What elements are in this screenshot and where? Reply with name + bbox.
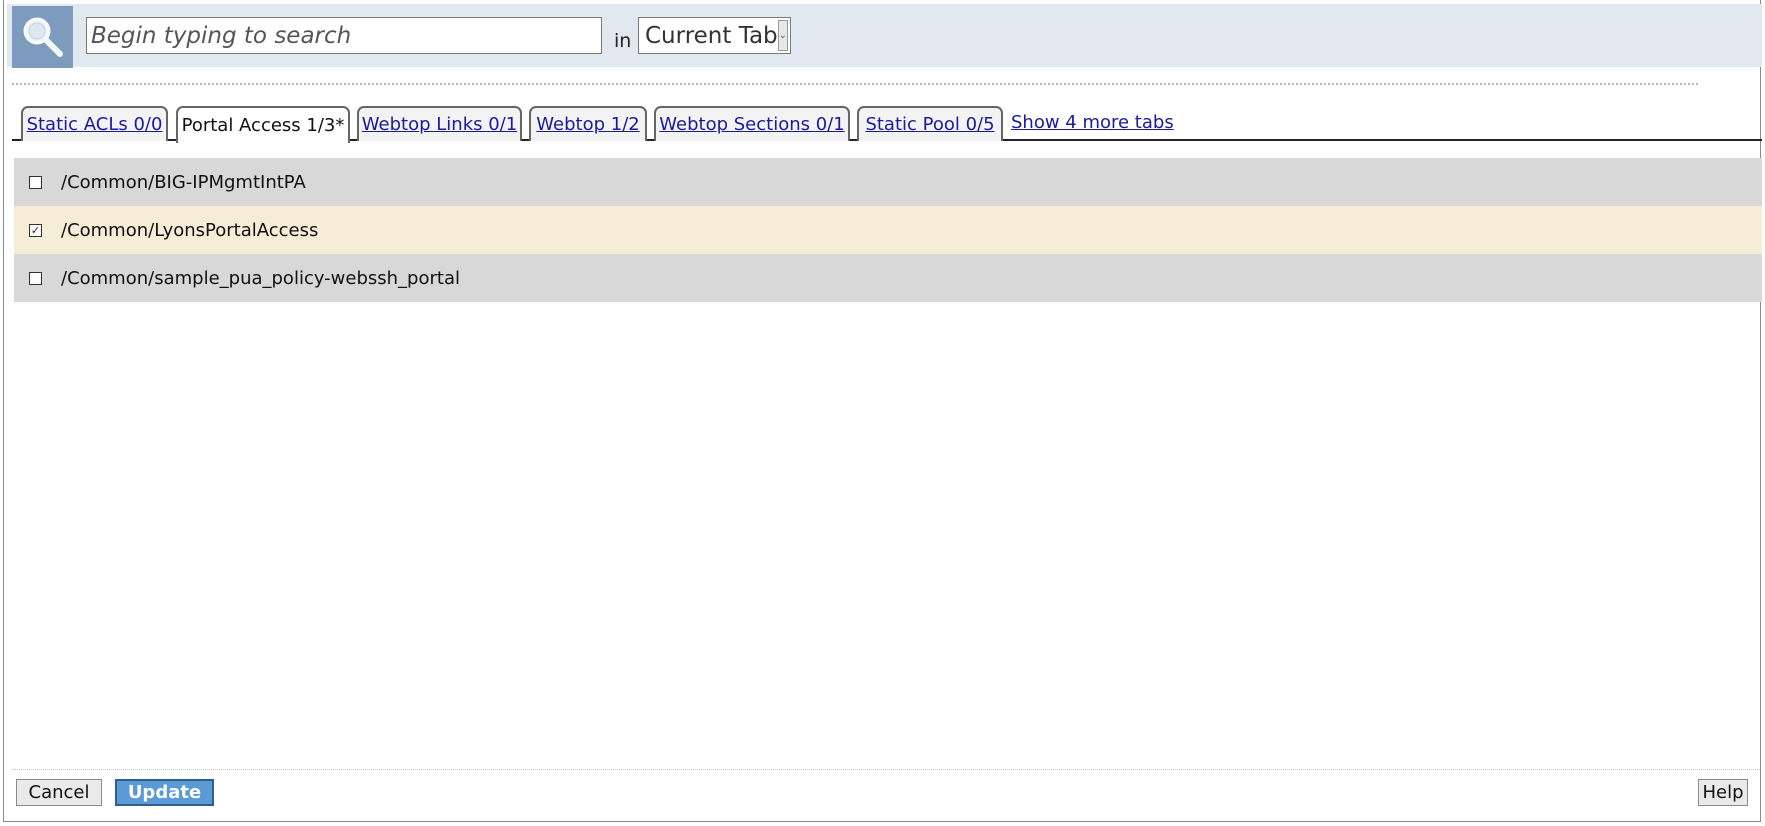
search-scope-label: in [614,30,632,52]
item-name: /Common/sample_pua_policy-webssh_portal [61,267,460,289]
footer-divider [12,769,1760,770]
list-item[interactable]: /Common/BIG-IPMgmtIntPA [14,158,1762,206]
search-scope-select[interactable]: Current Tab ⌄ [638,17,791,54]
list-item[interactable]: ✓ /Common/LyonsPortalAccess [14,206,1762,254]
help-button[interactable]: Help [1698,779,1748,806]
item-checkbox[interactable]: ✓ [29,223,42,237]
chevron-down-icon[interactable]: ⌄ [777,20,789,51]
resource-list: /Common/BIG-IPMgmtIntPA ✓ /Common/LyonsP… [14,158,1762,302]
tab-webtop-links[interactable]: Webtop Links 0/1 [357,106,522,141]
show-more-tabs-link[interactable]: Show 4 more tabs [1011,112,1174,133]
search-scope-value: Current Tab [645,22,778,49]
search-input[interactable] [86,17,602,54]
resource-tabs: Static ACLs 0/0 Portal Access 1/3* Webto… [12,106,1762,143]
item-name: /Common/BIG-IPMgmtIntPA [61,171,306,193]
tab-webtop[interactable]: Webtop 1/2 [529,106,647,141]
tab-portal-access[interactable]: Portal Access 1/3* [176,106,350,143]
update-button[interactable]: Update [115,779,214,806]
item-checkbox[interactable] [29,175,42,189]
tab-webtop-sections[interactable]: Webtop Sections 0/1 [654,106,850,141]
tab-static-pool[interactable]: Static Pool 0/5 [857,106,1003,141]
tab-static-acls[interactable]: Static ACLs 0/0 [21,106,168,141]
resource-assign-dialog: in Current Tab ⌄ Static ACLs 0/0 Portal … [3,0,1762,822]
search-bar: in Current Tab ⌄ [7,4,1762,68]
cancel-button[interactable]: Cancel [16,779,102,806]
list-item[interactable]: /Common/sample_pua_policy-webssh_portal [14,254,1762,302]
header-divider [12,83,1698,85]
item-checkbox[interactable] [29,271,42,285]
magnifier-icon[interactable] [12,6,73,68]
item-name: /Common/LyonsPortalAccess [61,219,319,241]
